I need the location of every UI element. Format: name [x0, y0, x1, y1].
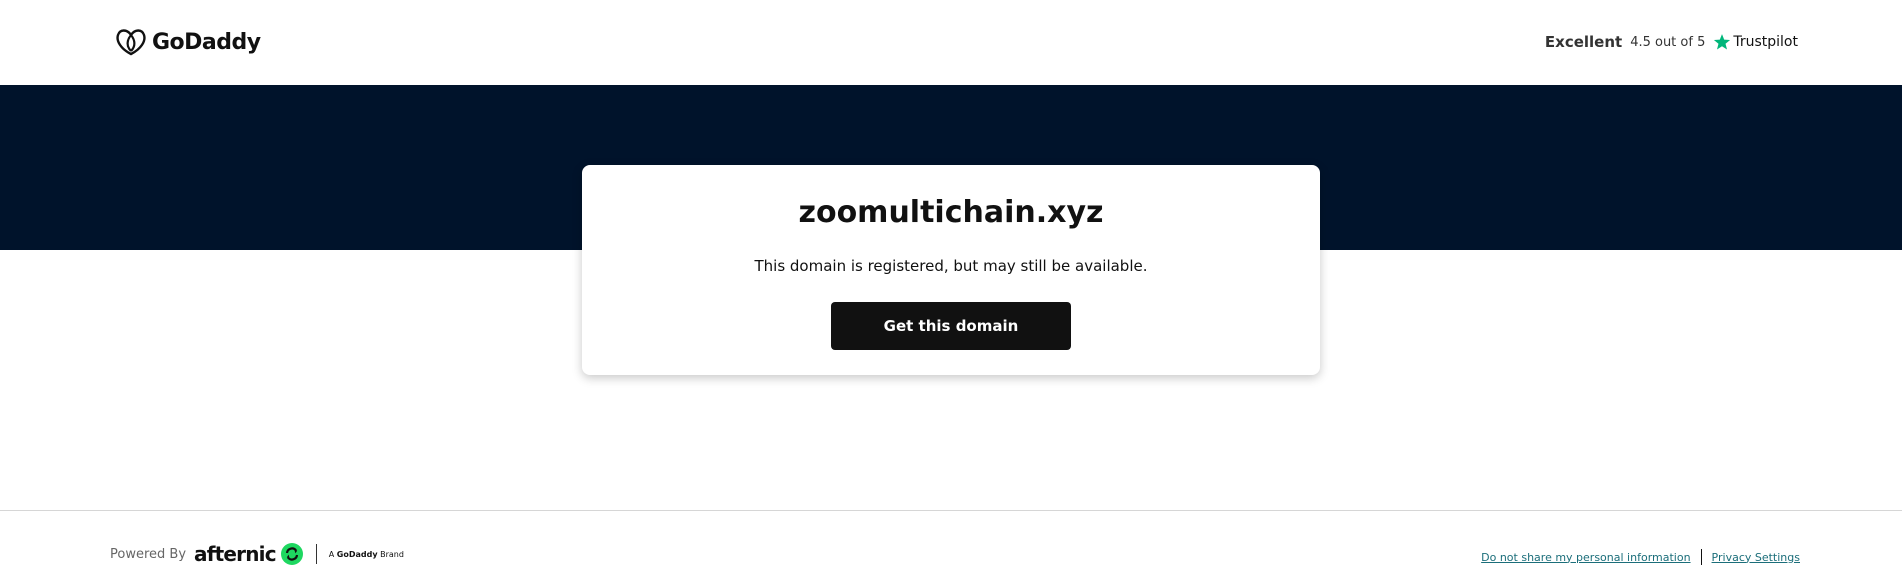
- brand-name: GoDaddy: [336, 549, 378, 559]
- get-domain-button[interactable]: Get this domain: [831, 302, 1071, 350]
- godaddy-logo[interactable]: GoDaddy: [114, 27, 261, 57]
- godaddy-brand-tag: A GoDaddy Brand: [329, 550, 404, 559]
- trustpilot-brand: Trustpilot: [1713, 33, 1798, 51]
- page: GoDaddy Excellent 4.5 out of 5 Trustpilo…: [0, 0, 1902, 581]
- trustpilot-widget[interactable]: Excellent 4.5 out of 5 Trustpilot: [1545, 30, 1798, 54]
- godaddy-heart-icon: [116, 29, 146, 56]
- logo-wordmark: GoDaddy: [152, 29, 261, 55]
- domain-name: zoomultichain.xyz: [798, 195, 1104, 230]
- trustpilot-label: Excellent: [1544, 33, 1623, 51]
- do-not-share-link[interactable]: Do not share my personal information: [1481, 551, 1690, 564]
- site-footer: Powered By afternic A GoDaddy Brand Do n…: [0, 510, 1902, 581]
- trustpilot-rating: 4.5 out of 5: [1630, 34, 1706, 50]
- brand-prefix: A: [328, 549, 335, 559]
- powered-divider: [315, 544, 317, 564]
- site-header: GoDaddy Excellent 4.5 out of 5 Trustpilo…: [0, 0, 1902, 85]
- powered-by-label: Powered By: [110, 546, 187, 562]
- afternic-wordmark: afternic: [194, 542, 277, 566]
- footer-links: Do not share my personal information Pri…: [1481, 549, 1800, 565]
- footer-link-separator: [1700, 549, 1702, 565]
- afternic-refresh-icon: [280, 543, 303, 565]
- domain-status-text: This domain is registered, but may still…: [754, 257, 1148, 275]
- trustpilot-brand-name: Trustpilot: [1733, 34, 1798, 50]
- brand-suffix: Brand: [380, 549, 404, 559]
- domain-card: zoomultichain.xyz This domain is registe…: [582, 165, 1320, 375]
- trustpilot-star-icon: [1714, 34, 1731, 50]
- powered-by: Powered By afternic A GoDaddy Brand: [110, 539, 404, 569]
- privacy-settings-link[interactable]: Privacy Settings: [1712, 551, 1800, 564]
